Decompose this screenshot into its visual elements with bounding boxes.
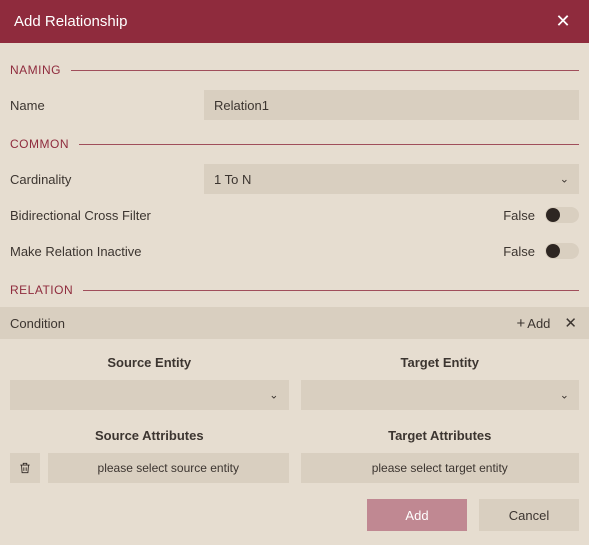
name-label: Name xyxy=(10,98,204,113)
plus-icon[interactable]: + xyxy=(517,315,526,332)
cardinality-label: Cardinality xyxy=(10,172,204,187)
condition-bar: Condition + Add ✕ xyxy=(0,307,589,339)
bidirectional-value: False xyxy=(503,208,535,223)
delete-attr-button[interactable] xyxy=(10,453,40,483)
section-label: COMMON xyxy=(10,137,79,151)
source-entity-header: Source Entity xyxy=(10,355,289,370)
target-entity-select[interactable] xyxy=(301,380,580,410)
add-relationship-dialog: Add Relationship ✕ NAMING Name COMMON Ca… xyxy=(0,0,589,545)
source-attr-col: Source Attributes please select source e… xyxy=(10,428,289,483)
section-divider xyxy=(83,290,579,291)
add-button[interactable]: Add xyxy=(367,499,467,531)
condition-label: Condition xyxy=(10,316,517,331)
section-divider xyxy=(79,144,579,145)
name-input[interactable] xyxy=(204,90,579,120)
target-entity-col: Target Entity ⌄ xyxy=(301,355,580,410)
bidirectional-toggle[interactable] xyxy=(545,207,579,223)
target-attr-header: Target Attributes xyxy=(301,428,580,443)
section-label: RELATION xyxy=(10,283,83,297)
attributes-row: Source Attributes please select source e… xyxy=(10,428,579,483)
inactive-toggle[interactable] xyxy=(545,243,579,259)
condition-close-icon[interactable]: ✕ xyxy=(562,314,579,332)
target-attr-col: Target Attributes please select target e… xyxy=(301,428,580,483)
bidirectional-label: Bidirectional Cross Filter xyxy=(10,208,503,223)
row-inactive: Make Relation Inactive False xyxy=(10,233,579,269)
target-attr-placeholder[interactable]: please select target entity xyxy=(301,453,580,483)
dialog-footer: Add Cancel xyxy=(0,495,589,545)
inactive-label: Make Relation Inactive xyxy=(10,244,503,259)
section-label: NAMING xyxy=(10,63,71,77)
trash-icon xyxy=(18,461,32,475)
cardinality-select[interactable]: 1 To N xyxy=(204,164,579,194)
dialog-content: NAMING Name COMMON Cardinality 1 To N ⌄ xyxy=(0,43,589,495)
row-name: Name xyxy=(10,87,579,123)
section-header-common: COMMON xyxy=(10,137,579,151)
source-attr-header: Source Attributes xyxy=(10,428,289,443)
entity-grid: Source Entity ⌄ Target Entity ⌄ xyxy=(10,355,579,410)
dialog-title: Add Relationship xyxy=(14,13,551,30)
source-entity-select[interactable] xyxy=(10,380,289,410)
row-cardinality: Cardinality 1 To N ⌄ xyxy=(10,161,579,197)
titlebar: Add Relationship ✕ xyxy=(0,0,589,43)
section-header-relation: RELATION xyxy=(10,283,579,297)
section-header-naming: NAMING xyxy=(10,63,579,77)
inactive-value: False xyxy=(503,244,535,259)
target-entity-header: Target Entity xyxy=(301,355,580,370)
close-icon[interactable]: ✕ xyxy=(551,11,575,32)
source-attr-placeholder[interactable]: please select source entity xyxy=(48,453,289,483)
condition-add-button[interactable]: Add xyxy=(527,316,550,331)
cancel-button[interactable]: Cancel xyxy=(479,499,579,531)
source-entity-col: Source Entity ⌄ xyxy=(10,355,289,410)
row-bidirectional: Bidirectional Cross Filter False xyxy=(10,197,579,233)
section-divider xyxy=(71,70,579,71)
